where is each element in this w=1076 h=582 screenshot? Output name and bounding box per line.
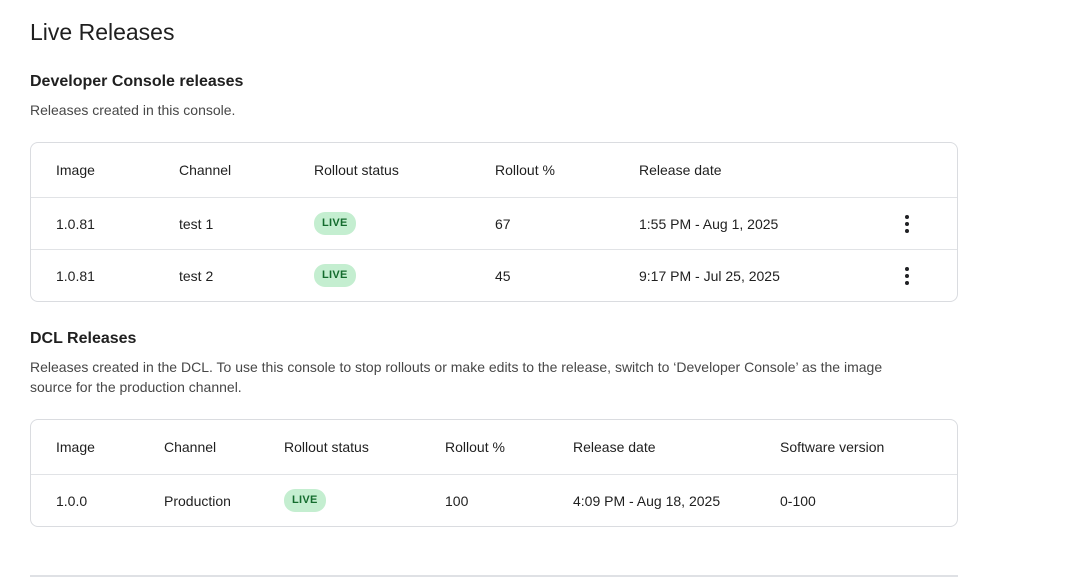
page-title: Live Releases [30, 18, 1076, 46]
cell-actions [857, 258, 957, 294]
table-row: 1.0.81 test 2 LIVE 45 9:17 PM - Jul 25, … [31, 249, 957, 301]
cell-rollout-status: LIVE [314, 212, 495, 235]
cell-rollout-percent: 100 [445, 493, 573, 509]
dcl-releases-description: Releases created in the DCL. To use this… [30, 357, 920, 397]
cell-rollout-status: LIVE [314, 264, 495, 287]
column-header-channel: Channel [179, 162, 314, 178]
live-status-badge: LIVE [314, 264, 356, 287]
cell-channel: Production [164, 493, 284, 509]
column-header-software-version: Software version [780, 439, 957, 455]
live-status-badge: LIVE [284, 489, 326, 512]
cell-rollout-status: LIVE [284, 489, 445, 512]
developer-console-releases-section: Developer Console releases Releases crea… [30, 72, 1076, 302]
column-header-rollout-status: Rollout status [284, 439, 445, 455]
column-header-release-date: Release date [639, 162, 857, 178]
column-header-rollout-percent: Rollout % [495, 162, 639, 178]
table-header-row: Image Channel Rollout status Rollout % R… [31, 420, 957, 474]
cell-channel: test 1 [179, 216, 314, 232]
cell-image: 1.0.81 [56, 216, 179, 232]
kebab-menu-icon [905, 267, 909, 285]
table-row: 1.0.81 test 1 LIVE 67 1:55 PM - Aug 1, 2… [31, 197, 957, 249]
more-options-button[interactable] [889, 206, 925, 242]
bottom-divider [30, 575, 958, 577]
cell-software-version: 0-100 [780, 493, 957, 509]
cell-actions [857, 206, 957, 242]
dcl-releases-heading: DCL Releases [30, 329, 1076, 349]
cell-release-date: 1:55 PM - Aug 1, 2025 [639, 216, 857, 232]
live-releases-page: Live Releases Developer Console releases… [0, 0, 1076, 577]
kebab-menu-icon [905, 215, 909, 233]
developer-console-releases-description: Releases created in this console. [30, 100, 920, 120]
column-header-rollout-status: Rollout status [314, 162, 495, 178]
column-header-rollout-percent: Rollout % [445, 439, 573, 455]
developer-console-releases-table: Image Channel Rollout status Rollout % R… [30, 142, 958, 302]
developer-console-releases-heading: Developer Console releases [30, 72, 1076, 92]
column-header-image: Image [56, 162, 179, 178]
cell-rollout-percent: 67 [495, 216, 639, 232]
cell-release-date: 9:17 PM - Jul 25, 2025 [639, 268, 857, 284]
live-status-badge: LIVE [314, 212, 356, 235]
cell-rollout-percent: 45 [495, 268, 639, 284]
table-header-row: Image Channel Rollout status Rollout % R… [31, 143, 957, 197]
cell-image: 1.0.0 [56, 493, 164, 509]
column-header-image: Image [56, 439, 164, 455]
column-header-channel: Channel [164, 439, 284, 455]
column-header-release-date: Release date [573, 439, 780, 455]
cell-channel: test 2 [179, 268, 314, 284]
dcl-releases-table: Image Channel Rollout status Rollout % R… [30, 419, 958, 527]
cell-release-date: 4:09 PM - Aug 18, 2025 [573, 493, 780, 509]
more-options-button[interactable] [889, 258, 925, 294]
dcl-releases-section: DCL Releases Releases created in the DCL… [30, 329, 1076, 527]
table-row: 1.0.0 Production LIVE 100 4:09 PM - Aug … [31, 474, 957, 526]
cell-image: 1.0.81 [56, 268, 179, 284]
